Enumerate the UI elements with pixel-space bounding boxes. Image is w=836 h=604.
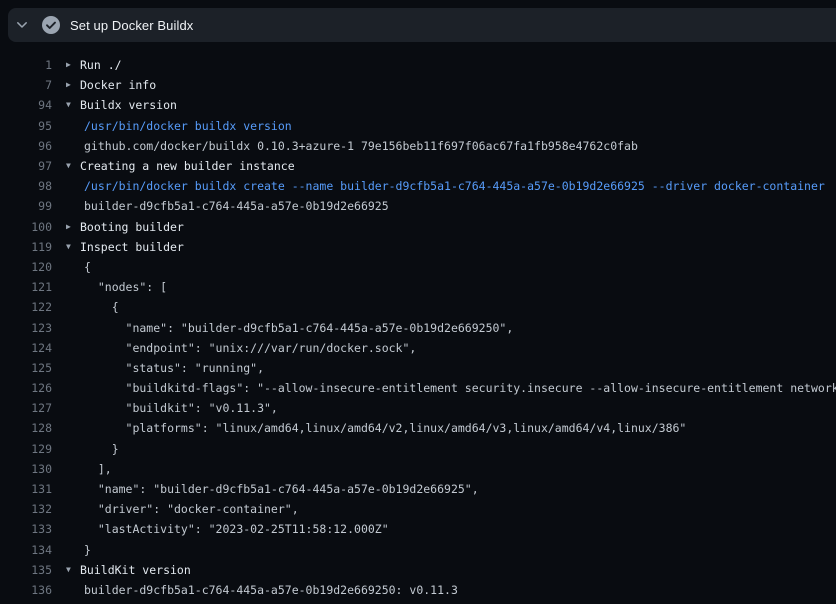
log-line: 136 builder-d9cfb5a1-c764-445a-a57e-0b19… [0,580,836,600]
line-number[interactable]: 134 [0,543,52,557]
log-line: 132 "driver": "docker-container", [0,499,836,519]
line-number[interactable]: 95 [0,119,52,133]
line-number[interactable]: 100 [0,220,52,234]
group-arrow-icon: ▶ [52,223,80,231]
log-line[interactable]: 7 ▶ Docker info [0,75,836,95]
log-line[interactable]: 100 ▶ Booting builder [0,217,836,237]
line-number[interactable]: 130 [0,462,52,476]
group-arrow-icon: ▼ [52,162,80,170]
log-line-text: { [80,300,119,314]
log-line-text: github.com/docker/buildx 0.10.3+azure-1 … [80,139,638,153]
line-number[interactable]: 133 [0,522,52,536]
group-arrow-icon: ▼ [52,243,80,251]
log-line[interactable]: 97 ▼ Creating a new builder instance [0,156,836,176]
log-line-text: Inspect builder [80,240,184,254]
log-lines: 1 ▶ Run ./ 7 ▶ Docker info 94 ▼ Buildx v… [0,55,836,600]
line-number[interactable]: 123 [0,321,52,335]
log-line-text: "buildkitd-flags": "--allow-insecure-ent… [80,381,836,395]
group-arrow-icon: ▶ [52,61,80,69]
log-line-text: } [80,442,119,456]
log-line: 124 "endpoint": "unix:///var/run/docker.… [0,338,836,358]
log-line-text: builder-d9cfb5a1-c764-445a-a57e-0b19d2e6… [80,199,389,213]
log-line[interactable]: 94 ▼ Buildx version [0,95,836,115]
line-number[interactable]: 132 [0,502,52,516]
log-line-text: Docker info [80,78,156,92]
line-number[interactable]: 94 [0,98,52,112]
group-arrow-icon: ▼ [52,566,80,574]
log-line: 96 github.com/docker/buildx 0.10.3+azure… [0,136,836,156]
line-number[interactable]: 120 [0,260,52,274]
line-number[interactable]: 96 [0,139,52,153]
log-line-text: /usr/bin/docker buildx create --name bui… [80,179,825,193]
log-line: 127 "buildkit": "v0.11.3", [0,398,836,418]
line-number[interactable]: 126 [0,381,52,395]
log-line-text: "name": "builder-d9cfb5a1-c764-445a-a57e… [80,482,479,496]
log-line-text: "name": "builder-d9cfb5a1-c764-445a-a57e… [80,321,513,335]
step-title: Set up Docker Buildx [70,18,193,33]
line-number[interactable]: 97 [0,159,52,173]
line-number[interactable]: 121 [0,280,52,294]
line-number[interactable]: 125 [0,361,52,375]
line-number[interactable]: 136 [0,583,52,597]
log-line: 123 "name": "builder-d9cfb5a1-c764-445a-… [0,317,836,337]
log-line-text: Creating a new builder instance [80,159,295,173]
log-line[interactable]: 1 ▶ Run ./ [0,55,836,75]
log-line-text: "lastActivity": "2023-02-25T11:58:12.000… [80,522,389,536]
log-line-text: "driver": "docker-container", [80,502,299,516]
log-line[interactable]: 119 ▼ Inspect builder [0,237,836,257]
step-header[interactable]: Set up Docker Buildx [8,8,836,42]
line-number[interactable]: 122 [0,300,52,314]
log-line-text: ], [80,462,112,476]
log-line: 133 "lastActivity": "2023-02-25T11:58:12… [0,519,836,539]
log-line: 128 "platforms": "linux/amd64,linux/amd6… [0,418,836,438]
line-number[interactable]: 99 [0,199,52,213]
group-arrow-icon: ▼ [52,101,80,109]
log-line-text: } [80,543,91,557]
log-line-text: Buildx version [80,98,177,112]
log-line-text: BuildKit version [80,563,191,577]
log-line: 121 "nodes": [ [0,277,836,297]
log-line-text: "buildkit": "v0.11.3", [80,401,278,415]
log-line-text: "nodes": [ [80,280,167,294]
log-line: 98 /usr/bin/docker buildx create --name … [0,176,836,196]
line-number[interactable]: 98 [0,179,52,193]
line-number[interactable]: 131 [0,482,52,496]
log-line-text: "status": "running", [80,361,264,375]
log-line-text: Booting builder [80,220,184,234]
log-line: 120 { [0,257,836,277]
log-line[interactable]: 135 ▼ BuildKit version [0,560,836,580]
line-number[interactable]: 127 [0,401,52,415]
log-line: 122 { [0,297,836,317]
log-line: 134 } [0,540,836,560]
line-number[interactable]: 124 [0,341,52,355]
log-line: 95 /usr/bin/docker buildx version [0,116,836,136]
log-line: 130 ], [0,459,836,479]
chevron-down-icon[interactable] [15,18,29,32]
log-line-text: builder-d9cfb5a1-c764-445a-a57e-0b19d2e6… [80,583,458,597]
log-line-text: { [80,260,91,274]
line-number[interactable]: 129 [0,442,52,456]
group-arrow-icon: ▶ [52,81,80,89]
log-line: 126 "buildkitd-flags": "--allow-insecure… [0,378,836,398]
line-number[interactable]: 7 [0,78,52,92]
check-circle-icon [42,16,60,34]
log-line-text: Run ./ [80,58,122,72]
log-line: 129 } [0,439,836,459]
log-line-text: /usr/bin/docker buildx version [80,119,292,133]
line-number[interactable]: 128 [0,421,52,435]
log-line-text: "endpoint": "unix:///var/run/docker.sock… [80,341,416,355]
line-number[interactable]: 1 [0,58,52,72]
log-line: 99 builder-d9cfb5a1-c764-445a-a57e-0b19d… [0,196,836,216]
log-line-text: "platforms": "linux/amd64,linux/amd64/v2… [80,421,686,435]
log-line: 125 "status": "running", [0,358,836,378]
line-number[interactable]: 135 [0,563,52,577]
line-number[interactable]: 119 [0,240,52,254]
log-line: 131 "name": "builder-d9cfb5a1-c764-445a-… [0,479,836,499]
